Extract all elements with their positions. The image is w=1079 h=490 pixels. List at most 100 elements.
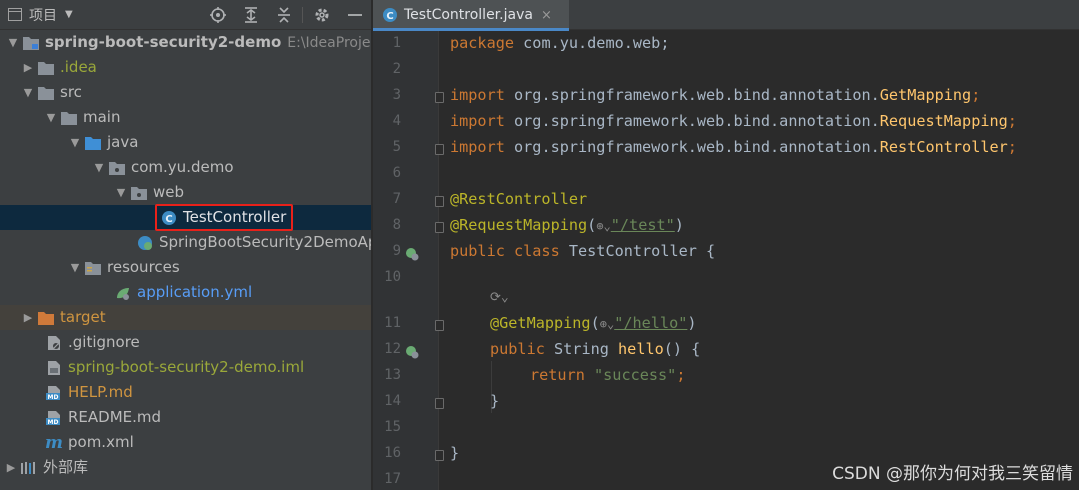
code-line-12: public String hello() { [490, 340, 701, 358]
code-line-11: @GetMapping(⊕⌄"/hello") [490, 314, 697, 332]
code-line-9: public class TestController { [450, 242, 716, 260]
project-tool-window: 项目 ▼ ▼ spring-boot-security2-demo E:\Ide… [0, 0, 371, 490]
toolbar-divider [302, 7, 303, 23]
tree-item-label: spring-boot-security2-demo [45, 33, 282, 51]
code-editor: C TestController.java × 1 2 3 4 5 6 7 8 … [373, 0, 1079, 490]
excluded-folder-icon [37, 309, 55, 327]
tree-item-target[interactable]: ▶ target [0, 305, 371, 330]
tree-item-label: target [60, 308, 106, 326]
tree-item-readme-md[interactable]: MD README.md [0, 405, 371, 430]
line-number: 2 [392, 61, 401, 77]
code-line-16: } [450, 444, 460, 462]
tree-item-label: .idea [60, 58, 97, 76]
tree-item-label: 外部库 [43, 458, 89, 476]
tree-item-java[interactable]: ▼ java [0, 130, 371, 155]
fold-marker-icon[interactable] [435, 450, 444, 461]
tree-item-application-yml[interactable]: application.yml [0, 280, 371, 305]
hide-panel-icon[interactable] [338, 0, 371, 30]
chevron-down-icon[interactable]: ▼ [112, 186, 130, 199]
tree-item-testcontroller[interactable]: C TestController [0, 205, 371, 230]
line-number: 9 [392, 243, 401, 259]
chevron-down-icon[interactable]: ▼ [42, 111, 60, 124]
fold-marker-icon[interactable] [435, 320, 444, 331]
spring-bean-gutter-icon[interactable] [405, 247, 419, 261]
resources-folder-icon [84, 259, 102, 277]
tree-item-label: spring-boot-security2-demo.iml [68, 358, 305, 376]
spring-config-icon [114, 284, 132, 302]
project-toolbar [201, 0, 371, 30]
watermark: CSDN @那你为何对我三笑留情 [832, 464, 1073, 484]
fold-marker-icon[interactable] [435, 92, 444, 103]
java-class-icon: C [381, 6, 399, 24]
svg-text:MD: MD [48, 394, 59, 401]
tree-item-gitignore[interactable]: .gitignore [0, 330, 371, 355]
line-number: 15 [384, 419, 401, 435]
close-icon[interactable]: × [541, 8, 552, 23]
code-line-8: @RequestMapping(⊕⌄"/test") [450, 216, 684, 234]
chevron-right-icon[interactable]: ▶ [19, 311, 37, 324]
project-panel-title: 项目 [29, 7, 57, 24]
tree-item-label: main [83, 108, 121, 126]
code-line-13: return "success"; [530, 366, 686, 384]
code-line-1: package com.yu.demo.web; [450, 34, 670, 52]
tree-item-resources[interactable]: ▼ resources [0, 255, 371, 280]
tree-item-springbootapp[interactable]: SpringBootSecurity2DemoAp [0, 230, 371, 255]
ignore-file-icon [45, 334, 63, 352]
tree-item-label: .gitignore [68, 333, 140, 351]
collapse-all-icon[interactable] [267, 0, 300, 30]
line-number: 16 [384, 445, 401, 461]
svg-text:MD: MD [48, 419, 59, 426]
chevron-down-icon[interactable]: ▼ [66, 261, 84, 274]
chevron-down-icon[interactable]: ▼ [65, 9, 73, 20]
chevron-down-icon[interactable]: ▼ [19, 86, 37, 99]
package-icon [130, 184, 148, 202]
module-file-icon [45, 359, 63, 377]
spring-boot-class-icon [136, 234, 154, 252]
tree-item-pom-xml[interactable]: m pom.xml [0, 430, 371, 455]
markdown-file-icon: MD [45, 384, 63, 402]
chevron-down-icon[interactable]: ▼ [66, 136, 84, 149]
tree-item-src[interactable]: ▼ src [0, 80, 371, 105]
line-number: 6 [392, 165, 401, 181]
line-number: 1 [392, 35, 401, 51]
line-number: 8 [392, 217, 401, 233]
line-number: 17 [384, 471, 401, 487]
chevron-down-icon[interactable]: ▼ [4, 36, 22, 49]
tree-item-help-md[interactable]: MD HELP.md [0, 380, 371, 405]
gear-icon[interactable] [305, 0, 338, 30]
code-line-7: @RestController [450, 190, 588, 208]
svg-text:C: C [165, 214, 172, 225]
code-area[interactable]: 1 2 3 4 5 6 7 8 9 10 11 12 13 14 15 16 1… [373, 31, 1079, 490]
spring-bean-gutter-icon[interactable] [405, 345, 419, 359]
tab-testcontroller-java[interactable]: C TestController.java × [373, 0, 569, 31]
tree-item-label: resources [107, 258, 180, 276]
line-number: 12 [384, 341, 401, 357]
tree-item-label: com.yu.demo [131, 158, 234, 176]
tree-item-iml[interactable]: spring-boot-security2-demo.iml [0, 355, 371, 380]
tree-item-label: application.yml [137, 283, 253, 301]
gutter: 1 2 3 4 5 6 7 8 9 10 11 12 13 14 15 16 1… [373, 31, 444, 490]
expand-all-icon[interactable] [234, 0, 267, 30]
tree-item-project-root[interactable]: ▼ spring-boot-security2-demo E:\IdeaProj… [0, 30, 371, 55]
module-folder-icon [22, 34, 40, 52]
code-line-5: import org.springframework.web.bind.anno… [450, 138, 1017, 156]
chevron-right-icon[interactable]: ▶ [2, 461, 20, 474]
fold-marker-icon[interactable] [435, 196, 444, 207]
tree-item-main[interactable]: ▼ main [0, 105, 371, 130]
tree-item-idea[interactable]: ▶ .idea [0, 55, 371, 80]
tree-item-package-web[interactable]: ▼ web [0, 180, 371, 205]
globe-icon[interactable]: ⊕⌄ [596, 219, 610, 233]
tree-item-package-com-yu-demo[interactable]: ▼ com.yu.demo [0, 155, 371, 180]
chevron-down-icon[interactable]: ▼ [90, 161, 108, 174]
fold-marker-icon[interactable] [435, 398, 444, 409]
source-folder-icon [84, 134, 102, 152]
tree-item-external-libraries[interactable]: ▶ 外部库 [0, 455, 371, 480]
code-vision-hint-icon[interactable]: ⟳⌄ [490, 290, 509, 305]
fold-marker-icon[interactable] [435, 144, 444, 155]
locate-file-icon[interactable] [201, 0, 234, 30]
folder-icon [37, 84, 55, 102]
chevron-right-icon[interactable]: ▶ [19, 61, 37, 74]
fold-marker-icon[interactable] [435, 222, 444, 233]
globe-icon[interactable]: ⊕⌄ [600, 317, 614, 331]
line-number: 13 [384, 367, 401, 383]
